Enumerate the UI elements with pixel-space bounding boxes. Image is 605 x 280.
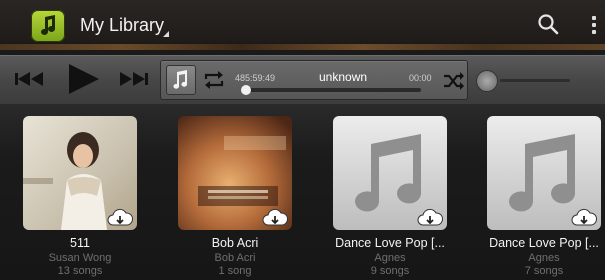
album-artist: Agnes: [528, 252, 560, 264]
album-song-count: 1 song: [218, 265, 252, 277]
now-playing-art-button[interactable]: [166, 65, 196, 95]
album-card[interactable]: Bob Acri Bob Acri 1 song: [177, 116, 293, 277]
album-grid: 511 Susan Wong 13 songs Bob Acri Bob Acr…: [0, 104, 605, 280]
album-artist: Bob Acri: [214, 252, 256, 264]
play-button[interactable]: [67, 63, 101, 95]
album-cover[interactable]: [487, 116, 601, 230]
volume-knob-icon[interactable]: [476, 70, 498, 92]
album-title: 511: [70, 236, 90, 250]
download-cloud-icon[interactable]: [107, 208, 133, 228]
now-playing-panel: 485:59:49 unknown 00:00: [160, 60, 468, 100]
album-card[interactable]: 511 Susan Wong 13 songs: [22, 116, 138, 277]
download-cloud-icon[interactable]: [262, 208, 288, 228]
album-card[interactable]: Dance Love Pop [... Agnes 7 songs: [486, 116, 602, 277]
album-song-count: 13 songs: [57, 265, 103, 277]
previous-track-button[interactable]: [15, 71, 45, 87]
elapsed-time: 485:59:49: [235, 73, 276, 83]
album-card[interactable]: Dance Love Pop [... Agnes 9 songs: [332, 116, 448, 277]
volume-slider[interactable]: [500, 79, 570, 82]
album-artist: Susan Wong: [48, 252, 112, 264]
music-note-icon: [41, 15, 55, 35]
seek-thumb[interactable]: [241, 85, 251, 95]
album-artist: Agnes: [374, 252, 406, 264]
album-cover[interactable]: [23, 116, 137, 230]
album-title: Dance Love Pop [...: [489, 236, 599, 250]
download-cloud-icon[interactable]: [571, 208, 597, 228]
library-title[interactable]: My Library: [80, 15, 164, 36]
album-song-count: 7 songs: [524, 265, 564, 277]
download-cloud-icon[interactable]: [417, 208, 443, 228]
overflow-menu-icon[interactable]: [592, 16, 596, 34]
next-track-button[interactable]: [118, 71, 148, 87]
seek-bar[interactable]: [243, 88, 421, 92]
app-icon[interactable]: [31, 10, 65, 42]
repeat-icon[interactable]: [203, 70, 225, 90]
album-cover[interactable]: [333, 116, 447, 230]
album-title: Bob Acri: [211, 236, 259, 250]
shuffle-icon[interactable]: [443, 71, 465, 91]
album-cover[interactable]: [178, 116, 292, 230]
search-icon[interactable]: [537, 13, 559, 35]
song-title: unknown: [319, 70, 368, 84]
dropdown-caret-icon[interactable]: [163, 31, 169, 37]
player-bar: 485:59:49 unknown 00:00: [0, 55, 605, 105]
music-note-icon: [173, 70, 188, 89]
album-song-count: 9 songs: [370, 265, 410, 277]
album-title: Dance Love Pop [...: [335, 236, 445, 250]
total-time: 00:00: [409, 73, 432, 83]
action-bar: My Library: [0, 0, 605, 50]
